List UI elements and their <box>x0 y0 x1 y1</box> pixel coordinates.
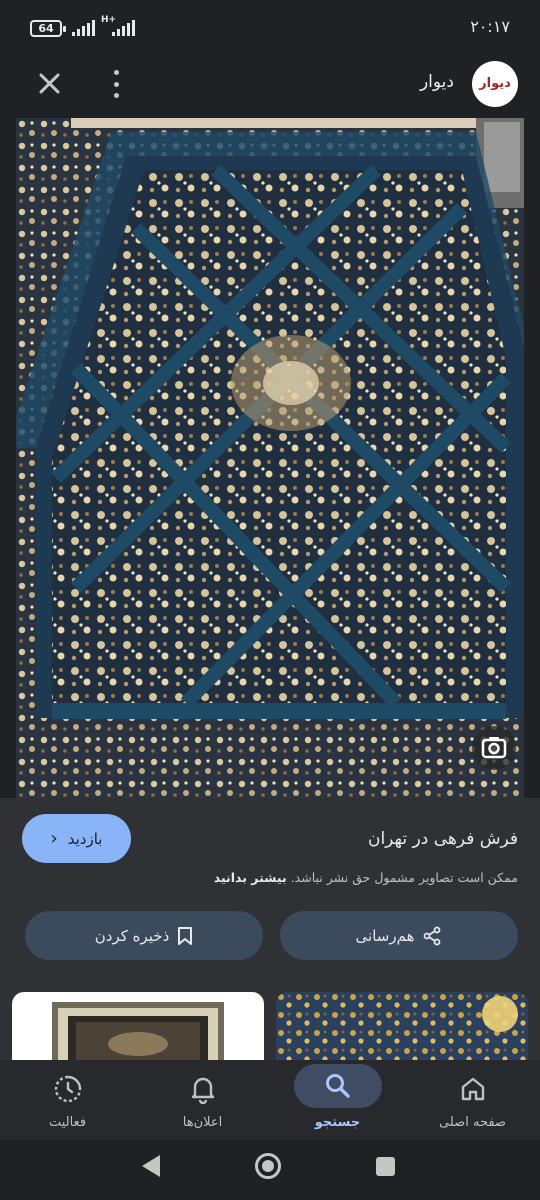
more-vert-icon[interactable] <box>108 70 124 98</box>
visit-label: بازدید <box>67 829 103 848</box>
nav-notifications-label: اعلان‌ها <box>182 1115 223 1130</box>
carpet-image <box>16 118 524 798</box>
visit-button[interactable]: بازدید ‹ <box>22 814 131 863</box>
notice-text: ممکن است تصاویر مشمول حق نشر نباشد. <box>290 870 518 885</box>
search-icon <box>293 1064 382 1108</box>
related-carpet-image <box>52 1002 224 1060</box>
back-icon[interactable] <box>142 1155 160 1177</box>
bookmark-icon <box>178 926 193 945</box>
related-image-thumbnail[interactable] <box>12 992 264 1060</box>
save-label: ذخیره کردن <box>94 926 170 945</box>
chevron-left-icon: ‹ <box>50 827 58 849</box>
site-name[interactable]: دیوار <box>420 72 454 92</box>
close-icon[interactable] <box>34 68 66 100</box>
battery-icon: 64 <box>30 20 66 37</box>
nav-activity-label: فعالیت <box>48 1115 87 1130</box>
site-logo[interactable]: دیوار <box>472 61 518 107</box>
signal-icon <box>72 20 95 36</box>
nav-notifications[interactable]: اعلان‌ها <box>135 1060 270 1140</box>
result-title[interactable]: فرش فرهی در تهران <box>368 829 518 849</box>
save-button[interactable]: ذخیره کردن <box>25 911 263 960</box>
related-carpet-image-2 <box>276 992 528 1060</box>
signal-icon-2 <box>112 20 135 36</box>
learn-more-link[interactable]: بیشتر بدانید <box>214 870 287 885</box>
bottom-navigation: فعالیت اعلان‌ها جستجو صفحه اصلی <box>0 1060 540 1140</box>
lens-button[interactable] <box>472 726 516 770</box>
share-button[interactable]: هم‌رسانی <box>280 911 518 960</box>
recents-icon[interactable] <box>376 1157 395 1176</box>
bell-icon <box>173 1070 233 1108</box>
battery-level: 64 <box>38 22 54 35</box>
app-header: دیوار دیوار <box>0 56 540 118</box>
result-info-panel: بازدید ‹ فرش فرهی در تهران ممکن است تصاو… <box>0 798 540 1060</box>
nav-activity[interactable]: فعالیت <box>0 1060 135 1140</box>
nav-home-label: صفحه اصلی <box>439 1115 506 1130</box>
nav-search-label: جستجو <box>314 1115 361 1130</box>
main-image[interactable] <box>16 118 524 798</box>
home-button-icon[interactable] <box>255 1153 281 1179</box>
share-label: هم‌رسانی <box>355 926 415 945</box>
nav-home[interactable]: صفحه اصلی <box>405 1060 540 1140</box>
nav-search[interactable]: جستجو <box>270 1060 405 1140</box>
google-lens-icon <box>481 737 507 759</box>
activity-icon <box>38 1070 98 1108</box>
clock: ۲۰:۱۷ <box>470 17 510 36</box>
system-navigation <box>0 1140 540 1200</box>
home-icon <box>443 1070 503 1108</box>
related-image-thumbnail-2[interactable] <box>276 992 528 1060</box>
copyright-notice: ممکن است تصاویر مشمول حق نشر نباشد. بیشت… <box>214 870 518 885</box>
status-bar: 64 H+ ۲۰:۱۷ <box>0 0 540 56</box>
share-icon <box>424 926 441 945</box>
